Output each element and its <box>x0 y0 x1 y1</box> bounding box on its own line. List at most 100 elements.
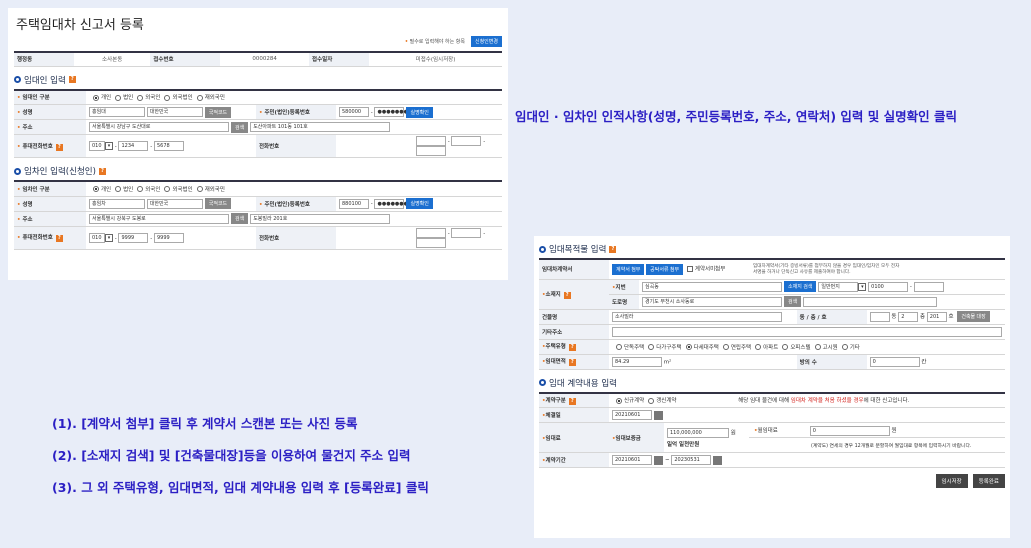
lessor-nation-input[interactable]: 대한민국 <box>146 107 203 117</box>
building-input[interactable]: 소사빌라 <box>612 311 782 322</box>
attach-contract-button[interactable]: 계약서 첨부 <box>612 263 645 275</box>
contract-section-title: 임대 계약내용 입력 <box>539 376 1005 390</box>
start-date-input[interactable]: 20210601 <box>612 455 652 465</box>
rrn-back-input[interactable]: ●●●●●●● <box>374 107 408 117</box>
property-form: 임대차계약서 계약서 첨부 공탁서류 첨부 계약서미첨부 임대차계약서(기타 증… <box>539 258 1005 370</box>
phone-prefix-input[interactable]: 010 <box>89 232 105 243</box>
addr-search-button[interactable]: 검색 <box>231 121 249 133</box>
lessor-section-title: 임대인 입력? <box>14 73 502 87</box>
nation-code-button[interactable]: 국적코드 <box>204 198 232 209</box>
ho-input[interactable]: 201 <box>926 311 947 322</box>
lessee-name-input[interactable]: 홍임차 <box>89 198 145 209</box>
jibun-sub-input[interactable] <box>913 281 944 292</box>
building-register-button[interactable]: 건축물 대장 <box>957 311 990 322</box>
deposit-label: •임대보증금 <box>609 422 664 453</box>
attach-deposit-doc-button[interactable]: 공탁서류 첨부 <box>646 263 684 275</box>
phone-mid-input[interactable]: 1234 <box>118 141 149 151</box>
tel-input-1[interactable] <box>416 136 446 146</box>
phone-mid-input[interactable]: 9999 <box>118 232 149 243</box>
rrn-back-input[interactable]: ●●●●●●● <box>374 198 408 209</box>
chevron-down-icon[interactable]: ▾ <box>105 233 113 242</box>
phone-prefix-input[interactable]: 010 <box>89 141 105 151</box>
help-icon[interactable]: ? <box>609 245 617 253</box>
lessee-section-title: 임차인 입력(신청인)? <box>14 164 502 178</box>
lessor-form: • 임대인 구분 개인 법인 외국인 외국법인 재외국민 • 성명 홍임대 대한민국 국적… <box>14 88 502 158</box>
tel-input-2[interactable] <box>451 136 482 146</box>
lessee-nation-input[interactable]: 대한민국 <box>146 198 203 209</box>
area-label: •임대면적? <box>539 354 609 370</box>
end-date-input[interactable]: 20230531 <box>671 455 712 465</box>
receipt-number-value: 0000284 <box>220 52 310 67</box>
jibun-type-select[interactable]: 일반번지 <box>818 281 859 292</box>
rrn-label: • 주민(법인)등록번호 <box>256 196 336 212</box>
rrn-label: • 주민(법인)등록번호 <box>256 104 336 120</box>
tel-input-3[interactable] <box>416 237 446 248</box>
location-label: •소재지? <box>539 279 609 310</box>
jibun-input[interactable]: 심곡동 <box>642 281 782 292</box>
period-label: •계약기간 <box>539 452 609 468</box>
road-detail-input[interactable] <box>803 296 938 307</box>
tel-input-2[interactable] <box>451 227 482 238</box>
lessor-type-radios[interactable]: 개인 법인 외국인 외국법인 재외국민 <box>86 89 502 105</box>
lessee-phone-label: • 휴대전화번호? <box>14 226 86 250</box>
change-applicant-button[interactable]: 신청인변경 <box>470 36 502 47</box>
lessor-phone-label: • 휴대전화번호? <box>14 134 86 158</box>
tel-label: 전화번호 <box>256 226 336 250</box>
deposit-input[interactable]: 110,000,000 <box>667 427 729 438</box>
rooms-label: 방의 수 <box>796 354 867 370</box>
jibun-number-input[interactable]: 0100 <box>868 281 909 292</box>
phone-last-input[interactable]: 9999 <box>153 232 184 243</box>
verify-name-button[interactable]: 실명확인 <box>406 198 433 209</box>
house-type-radios[interactable]: 단독주택 다가구주택 다세대주택 연립주택 아파트 오피스텔 고시원 기타 <box>609 339 1005 355</box>
addr-search-button[interactable]: 검색 <box>231 213 249 224</box>
location-search-button[interactable]: 소재지 검색 <box>784 281 817 292</box>
lessor-type-label: • 임대인 구분 <box>14 89 86 105</box>
lessee-addr-label: • 주소 <box>14 211 86 227</box>
circle-icon <box>14 167 21 175</box>
calendar-icon[interactable] <box>713 455 723 465</box>
chevron-down-icon[interactable]: ▾ <box>105 142 113 150</box>
help-icon[interactable]: ? <box>68 76 76 83</box>
admin-dong-value: 소사본동 <box>74 52 151 67</box>
lessor-name-input[interactable]: 홍임대 <box>89 107 145 117</box>
contract-date-input[interactable]: 20210601 <box>612 410 652 420</box>
renew-contract-radio[interactable] <box>648 397 655 404</box>
lessee-form: • 임차인 구분 개인 법인 외국인 외국법인 재외국민 • 성명 홍임차 대한민국 국적… <box>14 180 502 250</box>
fee-label: •임대료 <box>539 422 609 453</box>
complete-button[interactable]: 등록완료 <box>972 474 1005 488</box>
rooms-input[interactable]: 0 <box>869 356 920 367</box>
phone-last-input[interactable]: 5678 <box>153 141 184 151</box>
temp-save-button[interactable]: 임시저장 <box>935 474 968 488</box>
lessor-lessee-panel: 주택임대차 신고서 등록 • 필수로 입력해야 하는 항목 신청인변경 행정동 … <box>8 8 508 280</box>
lessor-addr-input[interactable]: 서울특별시 강남구 도산대로 <box>89 122 229 132</box>
jibun-label: •지번 <box>609 279 639 295</box>
new-contract-radio[interactable] <box>616 397 622 404</box>
nation-code-button[interactable]: 국적코드 <box>204 106 232 118</box>
step-3: (3). 그 외 주택유형, 임대면적, 임대 계약내용 입력 후 [등록완료]… <box>52 480 429 495</box>
area-input[interactable]: 84.29 <box>612 356 662 367</box>
lessee-addr-detail-input[interactable]: 도봉빌라 201호 <box>250 213 391 224</box>
lessee-type-radios[interactable]: 개인 법인 외국인 외국법인 재외국민 <box>86 181 502 197</box>
lessor-addr-detail-input[interactable]: 도산아파트 101동 101호 <box>250 122 391 132</box>
lessor-name-label: • 성명 <box>14 104 86 120</box>
chevron-down-icon[interactable]: ▾ <box>858 282 867 291</box>
help-icon[interactable]: ? <box>98 167 106 175</box>
tel-input-3[interactable] <box>416 146 446 156</box>
summary-table: 행정동 소사본동 접수번호 0000284 접수일자 미접수(임시저장) <box>14 51 502 67</box>
dong-input[interactable] <box>869 311 890 322</box>
rrn-front-input[interactable]: 880100 <box>339 198 369 209</box>
tel-input-1[interactable] <box>416 227 446 238</box>
etc-addr-input[interactable] <box>612 326 1002 337</box>
unattached-checkbox[interactable] <box>686 266 693 273</box>
calendar-icon[interactable] <box>654 455 663 465</box>
verify-name-button[interactable]: 실명확인 <box>406 106 433 118</box>
road-input[interactable]: 경기도 부천시 소사동로 <box>642 296 782 307</box>
monthly-input[interactable]: 0 <box>809 425 890 436</box>
notice-bar: • 필수로 입력해야 하는 항목 신청인변경 <box>14 36 502 47</box>
road-search-button[interactable]: 검색 <box>784 296 802 307</box>
contract-date-label: •체결일 <box>539 407 609 423</box>
rrn-front-input[interactable]: 580000 <box>339 107 369 117</box>
calendar-icon[interactable] <box>654 410 663 420</box>
lessee-addr-input[interactable]: 서울특별시 강북구 도봉로 <box>89 213 229 224</box>
floor-input[interactable]: 2 <box>898 311 919 322</box>
